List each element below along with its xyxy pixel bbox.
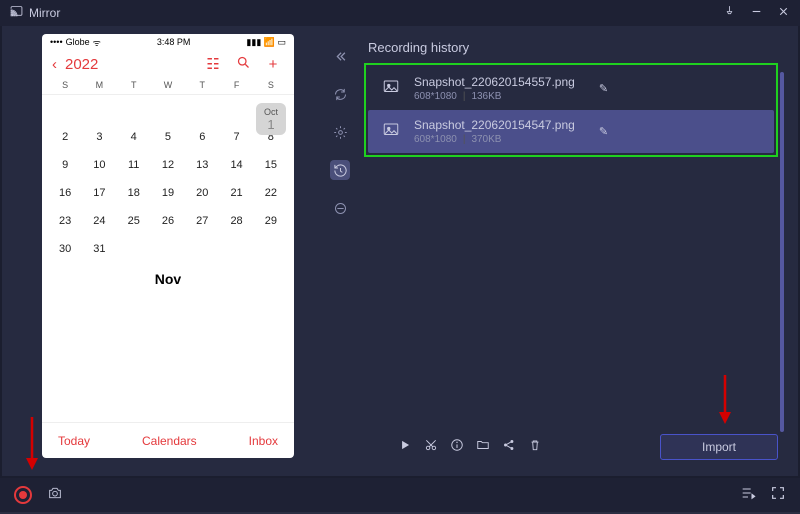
play-icon[interactable] xyxy=(398,438,412,457)
history-list: Snapshot_220620154557.png608*1080|136KB … xyxy=(364,63,778,157)
file-name: Snapshot_220620154547.png xyxy=(414,118,575,132)
view-mode-icon[interactable]: ☷ xyxy=(202,55,224,73)
calendar-bottom-bar: Today Calendars Inbox xyxy=(42,422,294,458)
search-icon[interactable] xyxy=(232,55,254,74)
collapse-icon[interactable] xyxy=(330,46,350,66)
app-title: Mirror xyxy=(29,6,723,20)
settings-icon[interactable] xyxy=(330,122,350,142)
bottom-bar xyxy=(0,478,800,512)
pin-icon[interactable] xyxy=(723,5,736,21)
info-icon[interactable] xyxy=(450,438,464,457)
back-icon[interactable]: ‹ xyxy=(52,56,57,73)
action-toolbar xyxy=(398,438,542,457)
phone-time: 3:48 PM xyxy=(157,37,191,47)
file-meta: 608*1080|370KB xyxy=(414,134,575,145)
history-item[interactable]: Snapshot_220620154557.png608*1080|136KB … xyxy=(368,67,774,110)
close-icon[interactable] xyxy=(777,5,790,21)
calendar-grid-nov[interactable]: ....... xyxy=(48,289,288,317)
file-name: Snapshot_220620154557.png xyxy=(414,75,575,89)
calendar-header: ‹ 2022 ☷ + xyxy=(42,50,294,78)
fullscreen-icon[interactable] xyxy=(770,485,786,506)
folder-icon[interactable] xyxy=(476,438,490,457)
inbox-button[interactable]: Inbox xyxy=(249,434,278,448)
image-icon xyxy=(380,78,402,99)
import-button[interactable]: Import xyxy=(660,434,778,460)
delete-icon[interactable] xyxy=(528,438,542,457)
playlist-icon[interactable] xyxy=(740,485,756,506)
phone-mirror-panel: ••••Globeᯤ 3:48 PM ▮▮▮ 📶 ▭ ‹ 2022 ☷ + SM… xyxy=(2,26,322,476)
titlebar: Mirror xyxy=(0,0,800,26)
main-area: ••••Globeᯤ 3:48 PM ▮▮▮ 📶 ▭ ‹ 2022 ☷ + SM… xyxy=(0,26,800,478)
remove-icon[interactable] xyxy=(330,198,350,218)
calendar-month-label-nov[interactable]: Nov xyxy=(48,263,288,289)
right-panel: Recording history Snapshot_220620154557.… xyxy=(322,26,798,476)
minimize-icon[interactable] xyxy=(750,5,763,21)
phone-statusbar: ••••Globeᯤ 3:48 PM ▮▮▮ 📶 ▭ xyxy=(42,34,294,50)
file-meta: 608*1080|136KB xyxy=(414,91,575,102)
edit-icon[interactable]: ✎ xyxy=(599,125,608,138)
share-icon[interactable] xyxy=(502,438,516,457)
edit-icon[interactable]: ✎ xyxy=(599,82,608,95)
record-button[interactable] xyxy=(14,486,32,504)
scrollbar[interactable] xyxy=(780,72,784,432)
snapshot-button[interactable] xyxy=(46,485,64,506)
refresh-icon[interactable] xyxy=(330,84,350,104)
cast-icon xyxy=(10,5,23,21)
calendar-dayofweek-row: SMTWTFS xyxy=(42,78,294,95)
side-toolbar xyxy=(322,26,358,476)
calendars-button[interactable]: Calendars xyxy=(142,434,197,448)
today-button[interactable]: Today xyxy=(58,434,90,448)
phone-screen: ••••Globeᯤ 3:48 PM ▮▮▮ 📶 ▭ ‹ 2022 ☷ + SM… xyxy=(42,34,294,458)
history-item[interactable]: Snapshot_220620154547.png608*1080|370KB … xyxy=(368,110,774,153)
cut-icon[interactable] xyxy=(424,438,438,457)
calendar-grid-oct[interactable]: ......1234567891011121314151617181920212… xyxy=(48,95,288,263)
history-panel: Recording history Snapshot_220620154557.… xyxy=(358,26,798,476)
calendar-year[interactable]: 2022 xyxy=(65,56,98,73)
month-tag-oct[interactable]: Oct 1 xyxy=(256,103,286,135)
image-icon xyxy=(380,121,402,142)
add-icon[interactable]: + xyxy=(262,56,284,73)
panel-title: Recording history xyxy=(364,40,778,55)
history-icon[interactable] xyxy=(330,160,350,180)
